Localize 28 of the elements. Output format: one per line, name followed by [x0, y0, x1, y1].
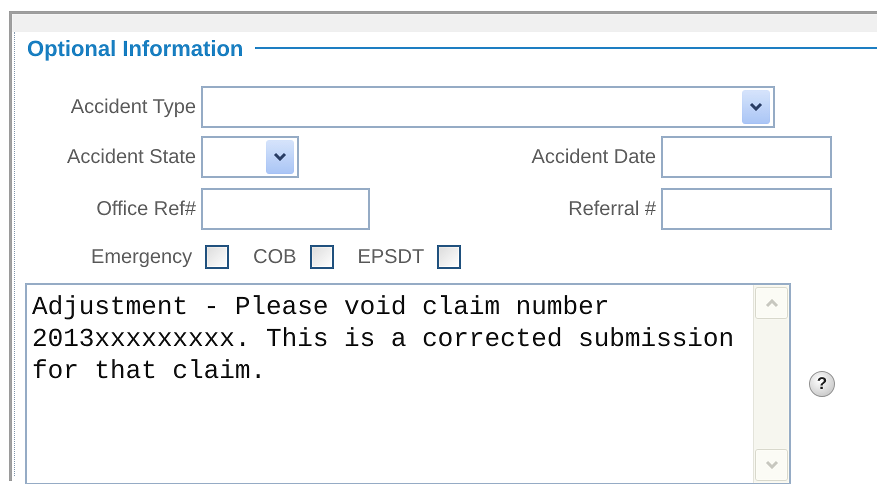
dropdown-button[interactable] [266, 140, 294, 174]
input-field[interactable] [661, 188, 832, 230]
chevron-down-icon [273, 152, 287, 162]
checkbox-label: EPSDT [358, 246, 424, 268]
checkbox[interactable] [310, 245, 334, 269]
field-label: Accident Type [70, 96, 197, 118]
field-label: Accident Date [530, 146, 657, 168]
help-button[interactable]: ? [809, 371, 835, 397]
dropdown-field[interactable] [201, 136, 299, 178]
input-field[interactable] [661, 136, 832, 178]
scroll-up-button[interactable] [755, 287, 788, 319]
checkbox-label: Emergency [91, 246, 192, 268]
checkbox-label: COB [253, 246, 296, 268]
scroll-down-button[interactable] [755, 449, 788, 481]
input-field[interactable] [201, 188, 370, 230]
section-title: Optional Information [27, 36, 244, 62]
field-label: Accident State [66, 146, 197, 168]
checkbox[interactable] [437, 245, 462, 269]
dropdown-field[interactable] [201, 86, 775, 128]
field-label: Office Ref# [95, 198, 197, 220]
field-label: Referral # [567, 198, 657, 220]
scrollbar[interactable] [753, 285, 789, 483]
comment-field[interactable]: Adjustment - Please void claim number 2013xxxxxxxxx. This is a corrected submission for that claim. [25, 283, 791, 484]
dropdown-button[interactable] [742, 90, 770, 124]
chevron-down-icon [749, 102, 763, 112]
checkbox[interactable] [205, 245, 230, 269]
chevron-up-icon [764, 298, 778, 308]
chevron-down-icon [764, 460, 778, 470]
